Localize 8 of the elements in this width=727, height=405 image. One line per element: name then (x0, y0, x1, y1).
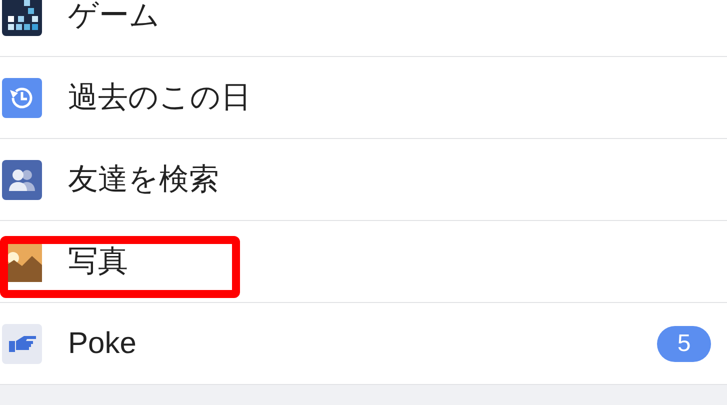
menu-item-label[interactable]: 友達を検索 (68, 157, 219, 202)
pointing-hand-icon (2, 324, 42, 364)
menu-item-label[interactable]: Poke (68, 321, 136, 366)
people-icon (2, 160, 42, 200)
menu-item-label[interactable]: ゲーム (68, 0, 160, 38)
menu-item-label[interactable]: 過去のこの日 (68, 75, 251, 120)
menu-item-label[interactable]: 写真 (68, 239, 128, 284)
count-badge: 5 (657, 326, 711, 362)
